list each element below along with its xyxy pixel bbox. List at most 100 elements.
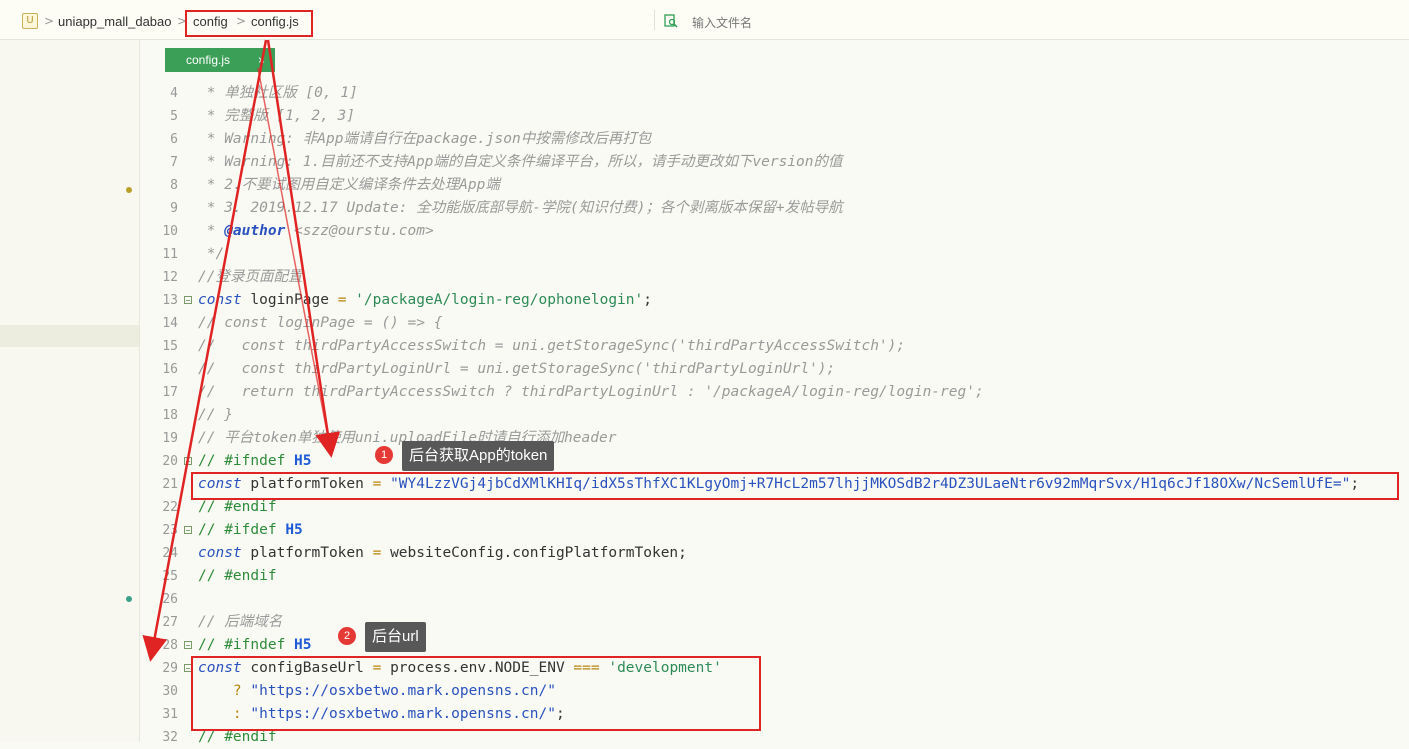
code-text: // #ifdef H5 (198, 519, 303, 542)
code-line[interactable]: 17 // return thirdPartyAccessSwitch ? thi… (148, 381, 1409, 404)
line-number: 32 (162, 730, 178, 745)
code-token: // #endif (198, 568, 277, 584)
url-highlight-box (191, 656, 761, 731)
code-token: */ (198, 246, 225, 262)
close-icon[interactable]: × (258, 48, 265, 72)
line-number: 23 (162, 523, 178, 538)
line-number: 31 (162, 707, 178, 722)
code-token: H5 (294, 637, 312, 653)
code-token: ; (643, 292, 652, 308)
code-line[interactable]: 12 //登录页面配置 (148, 266, 1409, 289)
line-number: 17 (162, 385, 178, 400)
file-search-icon[interactable] (664, 14, 678, 28)
file-search-input[interactable]: 输入文件名 (692, 14, 752, 31)
code-line[interactable]: 5 * 完整版 [1, 2, 3] (148, 105, 1409, 128)
code-token: // 后端域名 (198, 614, 283, 630)
fold-toggle-icon[interactable]: − (184, 296, 192, 305)
line-number: 15 (162, 339, 178, 354)
code-line[interactable]: 10 * @author <szz@ourstu.com> (148, 220, 1409, 243)
code-token: H5 (294, 453, 312, 469)
line-number: 6 (170, 132, 178, 147)
line-number: 13 (162, 293, 178, 308)
code-token: // #ifndef (198, 637, 295, 653)
code-line[interactable]: 11 */ (148, 243, 1409, 266)
change-marker-icon (126, 596, 132, 602)
code-token: <szz@ourstu.com> (285, 223, 434, 239)
change-marker-icon (126, 187, 132, 193)
line-number: 12 (162, 270, 178, 285)
code-text: // #ifndef H5 (198, 634, 312, 657)
code-text: // const loginPage = () => { (198, 312, 442, 335)
code-token: // const loginPage = () => { (198, 315, 443, 331)
line-number: 4 (170, 86, 178, 101)
code-token: * 3. 2019.12.17 Update: 全功能版底部导航-学院(知识付费… (198, 200, 843, 216)
callout-token: 后台获取App的token (402, 441, 555, 471)
code-token: // } (198, 407, 233, 423)
code-line[interactable]: 19// 平台token单独使用uni.uploadFile时请自行添加head… (148, 427, 1409, 450)
fold-toggle-icon[interactable]: − (184, 526, 192, 535)
code-line[interactable]: 6 * Warning: 非App端请自行在package.json中按需修改后… (148, 128, 1409, 151)
callout-badge-1: 1 (375, 446, 393, 464)
line-number: 18 (162, 408, 178, 423)
code-token: // return thirdPartyAccessSwitch ? third… (198, 384, 984, 400)
code-token: * 单独社区版 [0, 1] (198, 85, 358, 101)
code-line[interactable]: 20−// #ifndef H5 (148, 450, 1409, 473)
line-number: 8 (170, 178, 178, 193)
code-line[interactable]: 25 // #endif (148, 565, 1409, 588)
line-number: 7 (170, 155, 178, 170)
line-number: 29 (162, 661, 178, 676)
line-number: 11 (162, 247, 178, 262)
code-token: loginPage (241, 292, 338, 308)
fold-toggle-icon[interactable]: − (184, 641, 192, 650)
code-text: * 单独社区版 [0, 1] (198, 82, 358, 105)
code-line[interactable]: 24 const platformToken = websiteConfig.co… (148, 542, 1409, 565)
line-number: 9 (170, 201, 178, 216)
line-number: 20 (162, 454, 178, 469)
sidebar (0, 40, 140, 742)
token-highlight-box (191, 472, 1399, 500)
code-line[interactable]: 7 * Warning: 1.目前还不支持App端的自定义条件编译平台，所以，请… (148, 151, 1409, 174)
tab-config-js[interactable]: config.js × (165, 48, 275, 72)
code-token: const (198, 292, 242, 308)
code-text: // return thirdPartyAccessSwitch ? third… (198, 381, 984, 404)
code-line[interactable]: 13− const loginPage = '/packageA/login-re… (148, 289, 1409, 312)
code-line[interactable]: 18 // } (148, 404, 1409, 427)
code-line[interactable]: 23−// #ifdef H5 (148, 519, 1409, 542)
breadcrumb-highlight-box (185, 10, 313, 37)
divider (654, 10, 655, 30)
code-token: // #ifndef (198, 453, 295, 469)
callout-url: 后台url (365, 622, 426, 652)
code-line[interactable]: 16 // const thirdPartyLoginUrl = uni.getS… (148, 358, 1409, 381)
code-text: * Warning: 非App端请自行在package.json中按需修改后再打… (198, 128, 651, 151)
code-line[interactable]: 9 * 3. 2019.12.17 Update: 全功能版底部导航-学院(知识… (148, 197, 1409, 220)
code-text: //登录页面配置 (198, 266, 302, 289)
code-token: * 2.不要试图用自定义编译条件去处理App端 (198, 177, 500, 193)
code-text: const loginPage = '/packageA/login-reg/o… (198, 289, 652, 312)
code-text: */ (198, 243, 224, 266)
code-token: websiteConfig.configPlatformToken; (381, 545, 687, 561)
project-logo-icon: U (22, 13, 38, 29)
code-line[interactable]: 26 (148, 588, 1409, 611)
breadcrumb-project[interactable]: uniapp_mall_dabao (58, 14, 171, 29)
code-line[interactable]: 14 // const loginPage = () => { (148, 312, 1409, 335)
code-line[interactable]: 15 // const thirdPartyAccessSwitch = uni.… (148, 335, 1409, 358)
code-token: // #endif (198, 499, 277, 515)
sidebar-selected-row[interactable] (0, 325, 140, 347)
code-text: * @author <szz@ourstu.com> (198, 220, 434, 243)
code-line[interactable]: 8 * 2.不要试图用自定义编译条件去处理App端 (148, 174, 1409, 197)
code-text: // #ifndef H5 (198, 450, 312, 473)
chevron-right-icon: > (44, 14, 55, 28)
code-text: // 后端域名 (198, 611, 282, 634)
code-token: // #ifdef (198, 522, 286, 538)
code-text: const platformToken = websiteConfig.conf… (198, 542, 687, 565)
line-number: 27 (162, 615, 178, 630)
code-line[interactable]: 4 * 单独社区版 [0, 1] (148, 82, 1409, 105)
code-line[interactable]: 27 // 后端域名 (148, 611, 1409, 634)
line-number: 5 (170, 109, 178, 124)
line-number: 26 (162, 592, 178, 607)
line-number: 14 (162, 316, 178, 331)
fold-toggle-icon[interactable]: − (184, 457, 192, 466)
code-token: //登录页面配置 (198, 269, 303, 285)
code-token: // #endif (198, 729, 277, 745)
line-number: 28 (162, 638, 178, 653)
